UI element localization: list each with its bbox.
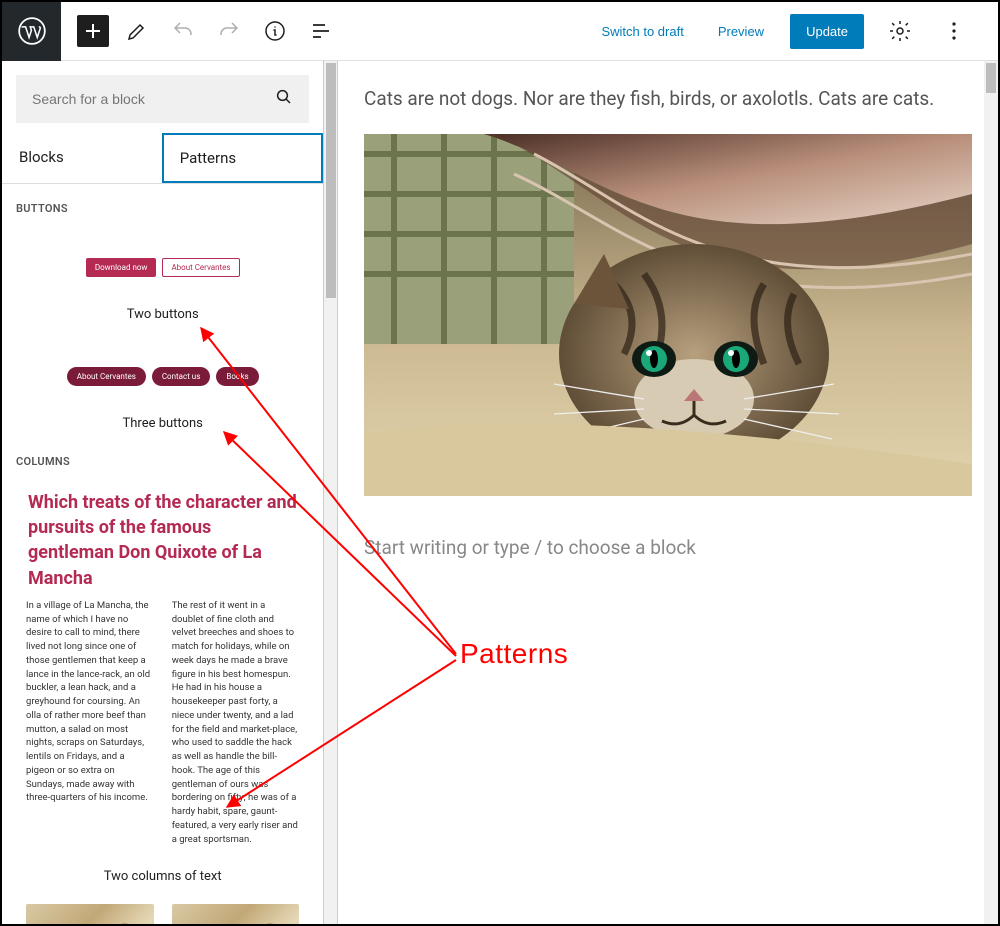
scrollbar-thumb[interactable]	[986, 63, 996, 93]
pattern-two-columns-text[interactable]: Which treats of the character and pursui…	[2, 472, 323, 888]
annotation-label: Patterns	[460, 638, 568, 670]
pattern-column-1: In a village of La Mancha, the name of w…	[26, 599, 154, 847]
editor-scrollbar[interactable]	[984, 61, 998, 924]
preview-button[interactable]: Preview	[710, 18, 772, 45]
search-block-input-wrap[interactable]	[16, 75, 309, 123]
pattern-label: Three buttons	[123, 416, 203, 431]
undo-button[interactable]	[165, 13, 201, 49]
redo-button[interactable]	[211, 13, 247, 49]
category-columns-title: COLUMNS	[2, 437, 323, 472]
pattern-label: Two columns of text	[104, 869, 222, 884]
scrollbar-thumb[interactable]	[326, 63, 336, 298]
pattern-two-columns-image[interactable]	[2, 888, 323, 924]
preview-button-outline: About Cervantes	[162, 258, 239, 277]
tab-patterns[interactable]: Patterns	[162, 133, 324, 183]
update-button[interactable]: Update	[790, 14, 864, 49]
switch-to-draft-button[interactable]: Switch to draft	[593, 18, 691, 45]
edit-mode-button[interactable]	[119, 13, 155, 49]
tab-blocks[interactable]: Blocks	[2, 133, 162, 183]
editor-canvas[interactable]: Cats are not dogs. Nor are they fish, bi…	[338, 61, 998, 924]
preview-button-pill: About Cervantes	[67, 367, 146, 386]
image-block[interactable]	[364, 134, 972, 496]
wordpress-logo[interactable]	[2, 2, 61, 61]
preview-button-fill: Download now	[86, 258, 157, 277]
block-inserter-panel: Blocks Patterns BUTTONS Download now Abo…	[2, 61, 324, 924]
block-appender[interactable]: Start writing or type / to choose a bloc…	[364, 536, 972, 559]
info-button[interactable]	[257, 13, 293, 49]
search-input[interactable]	[32, 91, 275, 107]
top-toolbar: Switch to draft Preview Update	[2, 2, 998, 61]
pattern-three-buttons[interactable]: About Cervantes Contact us Books Three b…	[2, 328, 323, 437]
category-buttons-title: BUTTONS	[2, 184, 323, 219]
settings-button[interactable]	[882, 13, 918, 49]
preview-illustration	[26, 904, 154, 924]
more-options-button[interactable]	[936, 13, 972, 49]
sidebar-scrollbar[interactable]	[324, 61, 338, 924]
pattern-label: Two buttons	[127, 307, 199, 322]
paragraph-block[interactable]: Cats are not dogs. Nor are they fish, bi…	[364, 87, 972, 110]
search-icon	[275, 88, 293, 110]
pattern-column-2: The rest of it went in a doublet of fine…	[172, 599, 300, 847]
pattern-heading: Which treats of the character and pursui…	[26, 488, 299, 599]
preview-button-pill: Books	[216, 367, 258, 386]
pattern-two-buttons[interactable]: Download now About Cervantes Two buttons	[2, 219, 323, 328]
outline-button[interactable]	[303, 13, 339, 49]
preview-button-pill: Contact us	[152, 367, 210, 386]
preview-illustration	[172, 904, 300, 924]
add-block-button[interactable]	[77, 15, 109, 47]
inserter-tabs: Blocks Patterns	[2, 133, 323, 184]
